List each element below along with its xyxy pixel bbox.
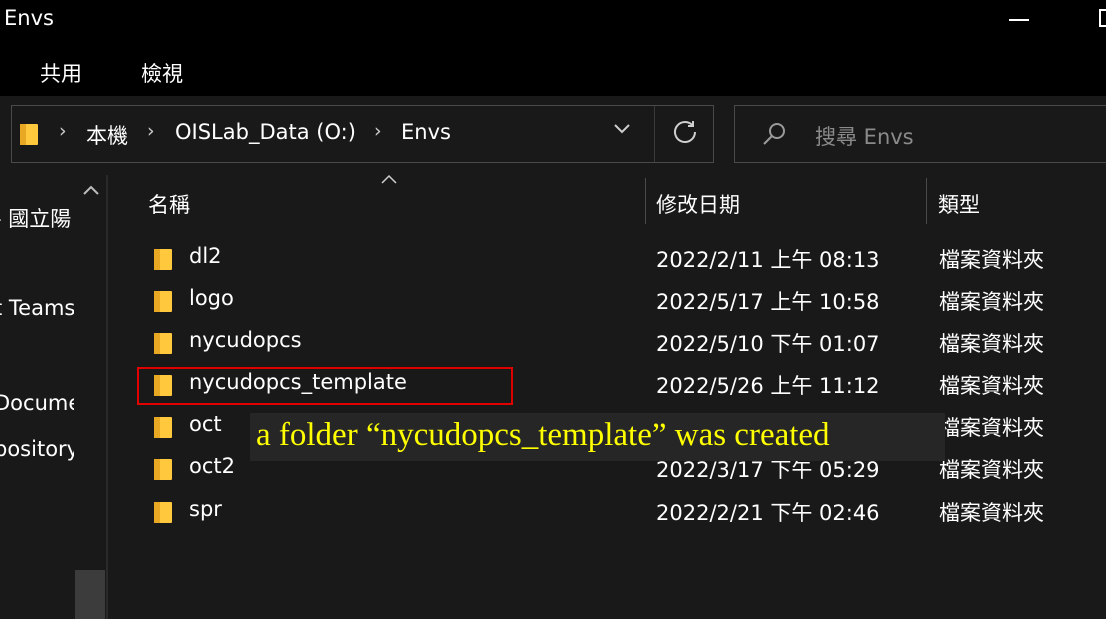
divider — [654, 106, 655, 162]
folder-icon — [154, 333, 172, 354]
file-row[interactable]: dl2 2022/2/11 上午 08:13 檔案資料夾 — [110, 238, 1106, 280]
file-type: 檔案資料夾 — [939, 374, 1044, 398]
search-box[interactable] — [734, 105, 1106, 163]
file-name[interactable]: dl2 — [189, 244, 222, 268]
file-date: 2022/5/10 下午 01:07 — [656, 332, 880, 356]
sort-ascending-icon — [381, 174, 397, 184]
chevron-down-icon[interactable] — [612, 118, 632, 138]
folder-icon — [154, 417, 172, 438]
breadcrumb-this-pc[interactable]: 本機 — [86, 120, 128, 150]
breadcrumb-separator[interactable]: › — [147, 120, 155, 142]
column-header-type[interactable]: 類型 — [938, 189, 980, 219]
search-placeholder[interactable]: 搜尋 Envs — [815, 121, 914, 151]
nav-item[interactable]: t Teams — [0, 296, 74, 320]
annotation-caption: a folder “nycudopcs_template” was create… — [256, 417, 830, 453]
file-date: 2022/2/21 下午 02:46 — [656, 501, 880, 525]
file-type: 檔案資料夾 — [939, 290, 1044, 314]
folder-icon — [154, 502, 172, 523]
file-date: 2022/2/11 上午 08:13 — [656, 248, 880, 272]
file-type: 檔案資料夾 — [939, 416, 1044, 440]
breadcrumb-separator[interactable]: › — [59, 120, 67, 142]
folder-icon — [154, 249, 172, 270]
file-row[interactable]: logo 2022/5/17 上午 10:58 檔案資料夾 — [110, 280, 1106, 322]
nav-item[interactable]: Docume — [0, 391, 74, 415]
ribbon-tab-view[interactable]: 檢視 — [141, 58, 183, 88]
title-bar — [0, 0, 1106, 40]
breadcrumb-envs[interactable]: Envs — [401, 120, 451, 144]
file-name[interactable]: logo — [189, 286, 234, 310]
nav-item[interactable]: pository — [0, 437, 74, 461]
file-name[interactable]: nycudopcs — [189, 328, 302, 352]
folder-icon — [154, 459, 172, 480]
column-header-name[interactable]: 名稱 — [148, 189, 190, 219]
file-date: 2022/5/17 上午 10:58 — [656, 290, 880, 314]
file-row[interactable]: spr 2022/2/21 下午 02:46 檔案資料夾 — [110, 491, 1106, 533]
file-name[interactable]: oct — [189, 412, 222, 436]
file-type: 檔案資料夾 — [939, 458, 1044, 482]
folder-icon — [20, 124, 38, 145]
file-type: 檔案資料夾 — [939, 501, 1044, 525]
folder-icon — [154, 291, 172, 312]
refresh-icon[interactable] — [671, 117, 699, 145]
column-divider[interactable] — [926, 178, 927, 224]
column-header-date[interactable]: 修改日期 — [656, 189, 740, 219]
search-icon — [763, 123, 785, 145]
file-name[interactable]: spr — [189, 497, 222, 521]
scroll-up-icon[interactable] — [82, 183, 100, 197]
file-type: 檔案資料夾 — [939, 248, 1044, 272]
column-divider[interactable] — [645, 178, 646, 224]
maximize-button[interactable] — [1099, 9, 1106, 27]
file-type: 檔案資料夾 — [939, 332, 1044, 356]
ribbon-tab-share[interactable]: 共用 — [40, 58, 82, 88]
highlight-box — [137, 367, 513, 405]
file-row[interactable]: nycudopcs 2022/5/10 下午 01:07 檔案資料夾 — [110, 322, 1106, 364]
window-title: Envs — [4, 6, 54, 30]
pane-divider[interactable] — [106, 175, 108, 619]
nav-item[interactable]: - 國立陽 — [0, 203, 74, 233]
breadcrumb-drive[interactable]: OISLab_Data (O:) — [175, 120, 356, 144]
minimize-button[interactable] — [1009, 19, 1029, 21]
breadcrumb-separator[interactable]: › — [374, 120, 382, 142]
scrollbar-thumb[interactable] — [75, 570, 105, 619]
file-date: 2022/5/26 上午 11:12 — [656, 374, 880, 398]
file-name[interactable]: oct2 — [189, 454, 235, 478]
